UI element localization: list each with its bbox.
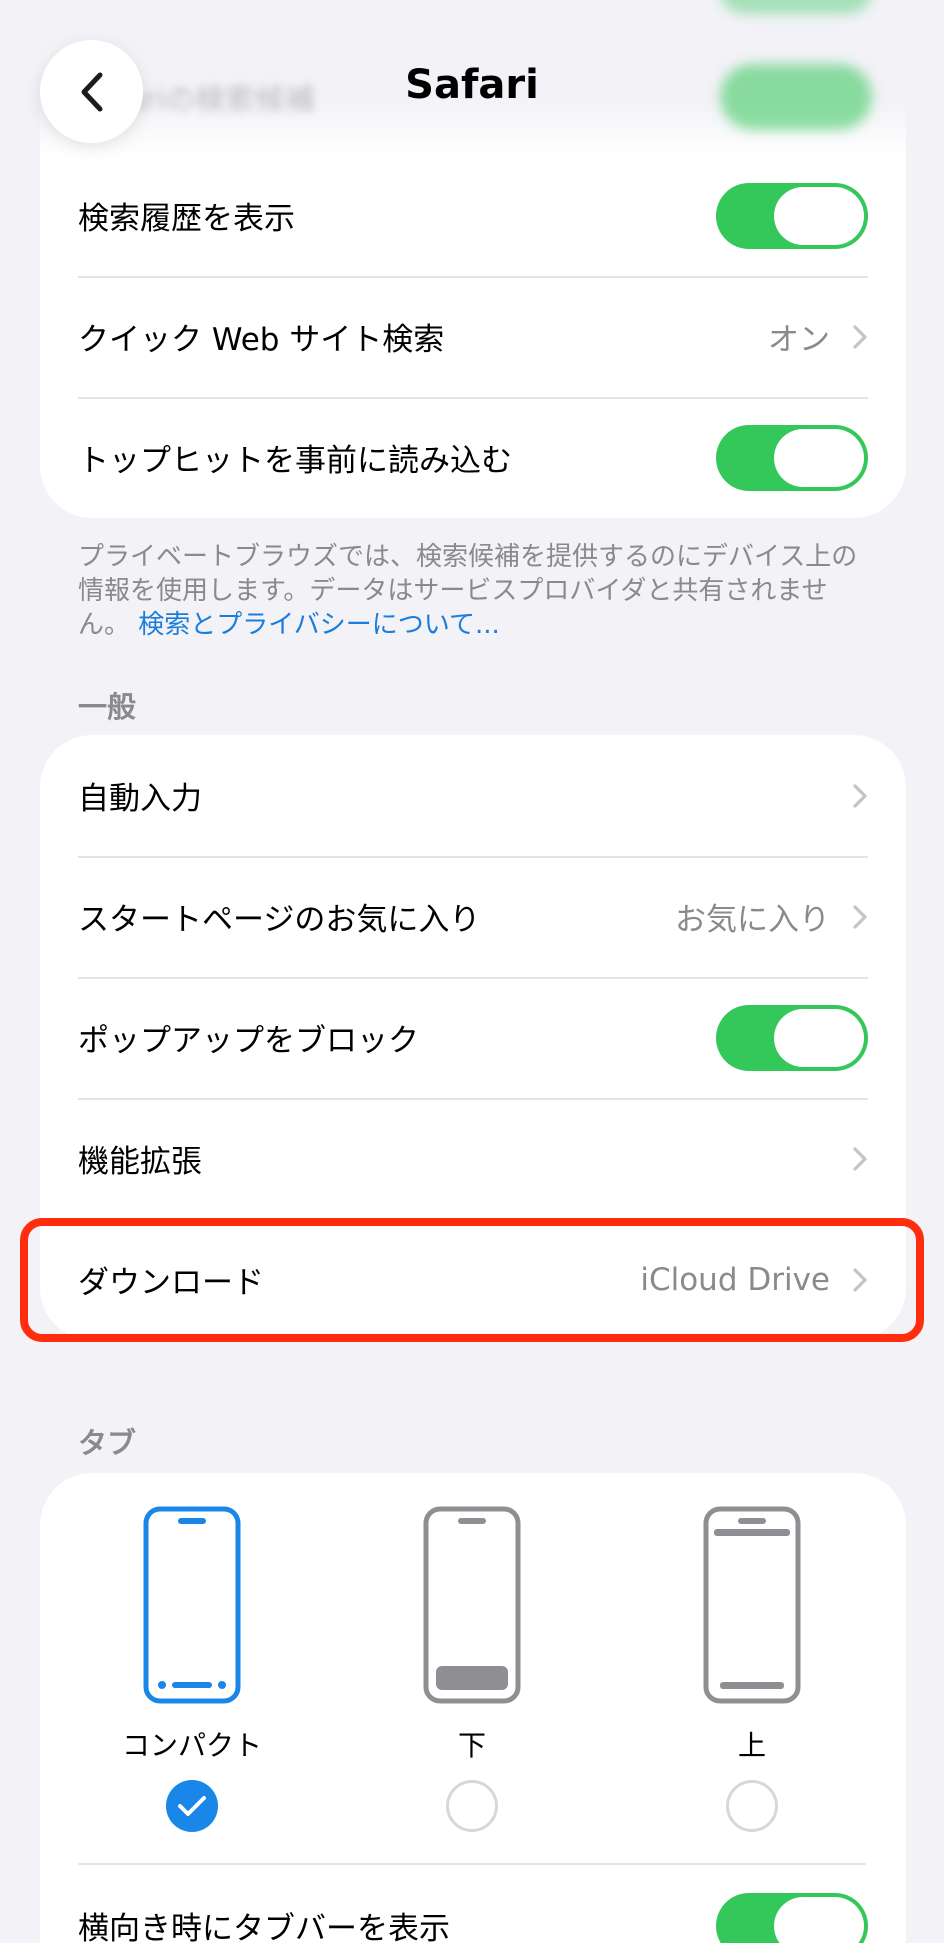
landscape-tab-bar-row[interactable]: 横向き時にタブバーを表示: [40, 1865, 906, 1943]
phone-compact-icon: [143, 1506, 241, 1704]
row-label: ポップアップをブロック: [78, 1023, 419, 1059]
landscape-tab-bar-toggle[interactable]: [716, 1892, 868, 1943]
tab-option-label: コンパクト: [121, 1729, 262, 1762]
chevron-right-icon: [853, 904, 867, 929]
privacy-footnote: プライベートブラウズでは、検索候補を提供するのにデバイス上の情報を使用します。デ…: [78, 540, 878, 642]
block-popups-toggle[interactable]: [716, 1004, 868, 1071]
chevron-right-icon: [853, 324, 867, 349]
row-value: オン: [768, 322, 830, 358]
start-page-favorites-row[interactable]: スタートページのお気に入り お気に入り: [40, 856, 906, 977]
autofill-row[interactable]: 自動入力: [40, 735, 906, 856]
phone-bottom-icon: [423, 1506, 521, 1704]
blurred-toggle: [720, 0, 872, 14]
row-label: 横向き時にタブバーを表示: [78, 1911, 450, 1943]
row-label: クイック Web サイト検索: [78, 322, 445, 358]
safari-settings-screen: 検索履歴を表示 クイック Web サイト検索 オン トップヒットを事前に読み込む…: [0, 0, 944, 1943]
row-label: 検索履歴を表示: [78, 201, 295, 237]
navigation-bar: Safariの検索候補 Safari: [0, 0, 944, 160]
highlight-box: [20, 1218, 924, 1342]
tab-layout-compact[interactable]: [112, 1505, 272, 1705]
tab-layout-top[interactable]: [672, 1505, 832, 1705]
chevron-right-icon: [853, 783, 867, 808]
section-header-tabs: タブ: [78, 1426, 137, 1460]
chevron-right-icon: [853, 1146, 867, 1171]
tab-option-label: 上: [737, 1729, 766, 1762]
page-title: Safari: [405, 62, 539, 108]
row-label: トップヒットを事前に読み込む: [78, 443, 512, 479]
preload-top-hit-row[interactable]: トップヒットを事前に読み込む: [40, 397, 906, 518]
row-label: 機能拡張: [78, 1144, 202, 1180]
row-label: 自動入力: [78, 781, 202, 817]
compact-radio-selected[interactable]: [166, 1780, 218, 1832]
row-value: お気に入り: [675, 902, 830, 938]
block-popups-row[interactable]: ポップアップをブロック: [40, 977, 906, 1098]
phone-top-icon: [703, 1506, 801, 1704]
search-history-row[interactable]: 検索履歴を表示: [40, 155, 906, 276]
extensions-row[interactable]: 機能拡張: [40, 1098, 906, 1219]
top-radio[interactable]: [726, 1780, 778, 1832]
tab-layout-bottom[interactable]: [392, 1505, 552, 1705]
section-header-general: 一般: [78, 690, 137, 724]
quick-website-search-row[interactable]: クイック Web サイト検索 オン: [40, 276, 906, 397]
privacy-link[interactable]: 検索とプライバシーについて...: [138, 610, 500, 640]
checkmark-icon: [178, 1796, 206, 1816]
tab-option-label: 下: [457, 1729, 486, 1762]
preload-top-hit-toggle[interactable]: [716, 424, 868, 491]
search-history-toggle[interactable]: [716, 182, 868, 249]
row-label: スタートページのお気に入り: [78, 902, 481, 938]
bottom-radio[interactable]: [446, 1780, 498, 1832]
